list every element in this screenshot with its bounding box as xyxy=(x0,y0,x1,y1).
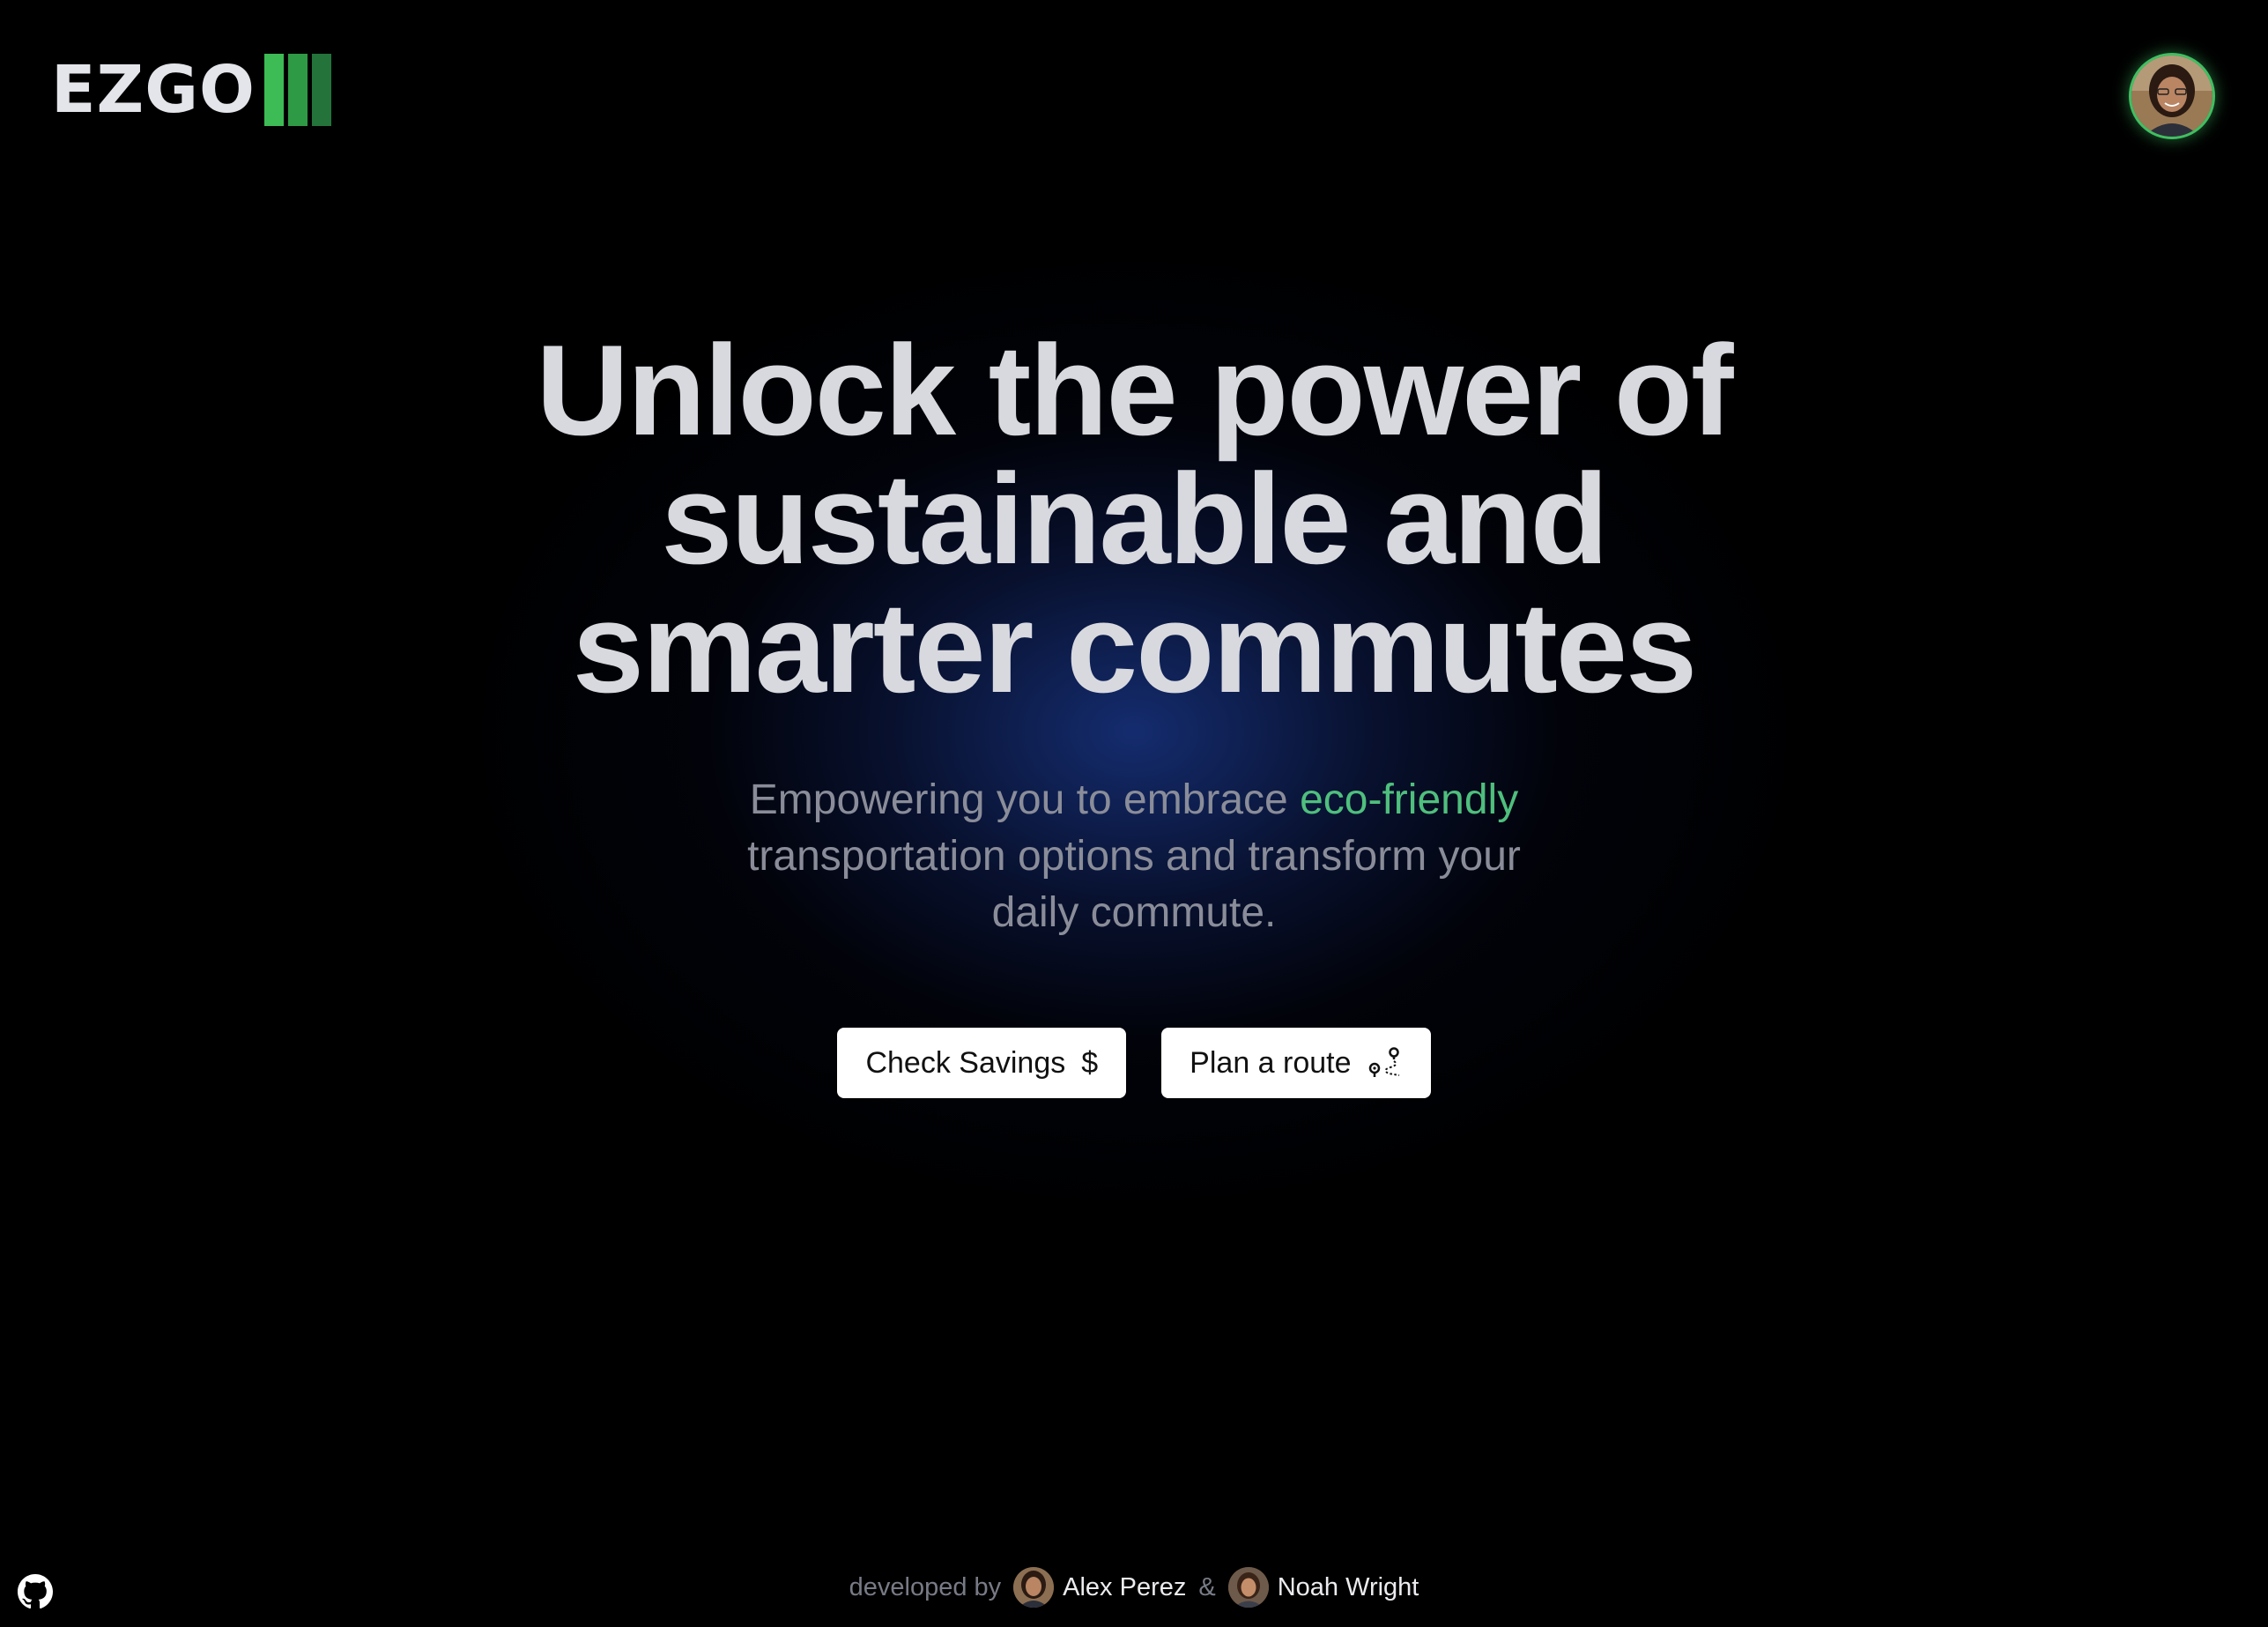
developed-by-label: developed by xyxy=(849,1572,1002,1601)
developer-link-2[interactable]: Noah Wright xyxy=(1227,1567,1419,1608)
ezgo-logo[interactable]: EZGO xyxy=(51,53,331,127)
hero-section: Unlock the power of sustainable and smar… xyxy=(0,326,2268,1098)
logo-text: EZGO xyxy=(51,52,256,128)
logo-bar xyxy=(287,54,308,126)
hero-title: Unlock the power of sustainable and smar… xyxy=(473,326,1795,712)
logo-bars-icon xyxy=(263,54,331,126)
developer-avatar xyxy=(1013,1567,1055,1608)
separator-ampersand: & xyxy=(1198,1572,1216,1601)
check-savings-button[interactable]: Check Savings $ xyxy=(837,1028,1127,1098)
hero-title-line: Unlock the power of xyxy=(536,318,1733,462)
dollar-icon: $ xyxy=(1081,1045,1099,1080)
hero-title-line: smarter commutes xyxy=(572,576,1697,719)
developer-name: Alex Perez xyxy=(1063,1572,1187,1601)
user-avatar-icon xyxy=(2131,56,2212,137)
subtitle-line-1: Empowering you to embrace eco-friendly xyxy=(693,772,1575,828)
subtitle-accent: eco-friendly xyxy=(1300,776,1519,823)
logo-bar xyxy=(311,54,331,126)
plan-route-button[interactable]: Plan a route xyxy=(1161,1028,1431,1098)
subtitle-text: Empowering you to embrace xyxy=(749,776,1301,823)
plan-route-label: Plan a route xyxy=(1190,1045,1352,1080)
user-avatar[interactable] xyxy=(2129,53,2215,139)
route-icon xyxy=(1367,1045,1403,1081)
developer-name: Noah Wright xyxy=(1277,1572,1419,1601)
logo-bar xyxy=(263,54,284,126)
developer-avatar xyxy=(1227,1567,1269,1608)
footer-credits: developed by Alex Perez & Noah Wright xyxy=(0,1567,2268,1608)
cta-buttons: Check Savings $ Plan a route xyxy=(0,1028,2268,1098)
check-savings-label: Check Savings xyxy=(865,1045,1066,1080)
developer-link-1[interactable]: Alex Perez xyxy=(1013,1567,1186,1608)
subtitle-line-2: transportation options and transform you… xyxy=(747,833,1521,880)
subtitle-line-3: daily commute. xyxy=(991,889,1277,936)
hero-subtitle: Empowering you to embrace eco-friendly t… xyxy=(693,772,1575,941)
hero-title-line: sustainable and xyxy=(661,447,1608,591)
